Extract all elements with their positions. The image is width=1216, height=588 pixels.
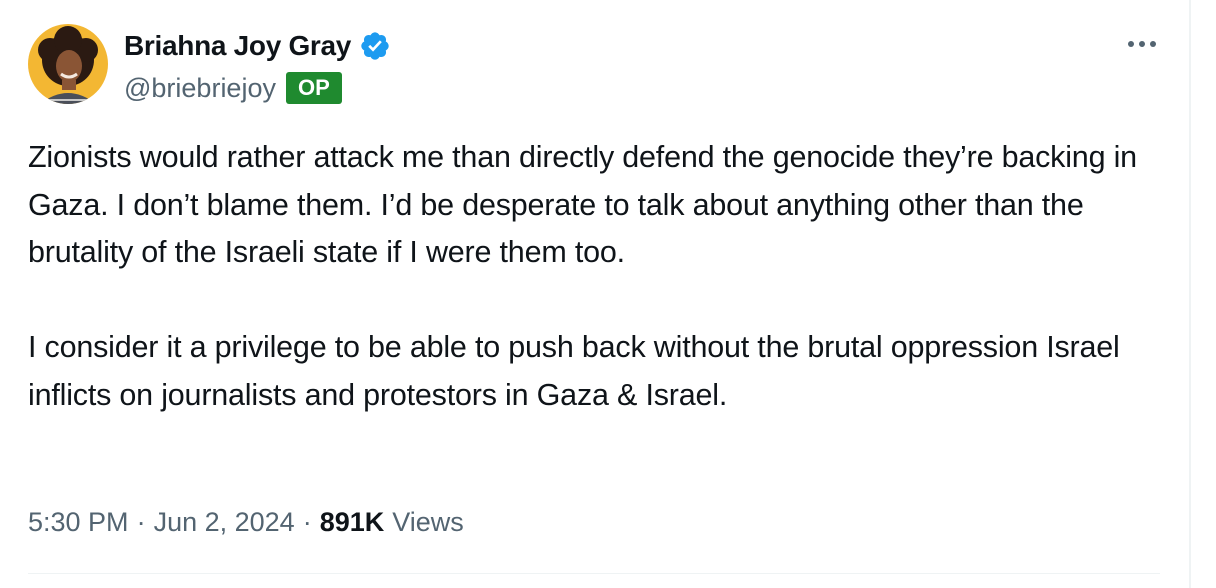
- tweet-meta: 5:30 PM · Jun 2, 2024 · 891K Views: [28, 500, 464, 544]
- more-horizontal-icon: [1128, 41, 1156, 47]
- more-options-button[interactable]: [1124, 28, 1160, 60]
- meta-separator: ·: [302, 506, 312, 537]
- avatar-image: [28, 24, 108, 104]
- display-name[interactable]: Briahna Joy Gray: [124, 30, 351, 62]
- tweet-detail: Briahna Joy Gray @briebriejoy OP Zionist…: [0, 0, 1216, 588]
- avatar[interactable]: [28, 24, 108, 104]
- verified-badge-icon[interactable]: [359, 30, 391, 62]
- author-name-row: Briahna Joy Gray: [124, 26, 391, 66]
- views-label: Views: [392, 506, 464, 537]
- divider: [28, 573, 1160, 574]
- tweet-time[interactable]: 5:30 PM: [28, 507, 129, 538]
- handle[interactable]: @briebriejoy: [124, 73, 276, 104]
- tweet-paragraph: I consider it a privilege to be able to …: [28, 330, 1120, 412]
- author-handle-row: @briebriejoy OP: [124, 68, 342, 108]
- views-count[interactable]: 891K: [320, 507, 385, 538]
- op-badge: OP: [285, 72, 342, 104]
- meta-separator: ·: [136, 506, 146, 537]
- tweet-text: Zionists would rather attack me than dir…: [28, 134, 1168, 419]
- column-border: [1189, 0, 1191, 588]
- tweet-date[interactable]: Jun 2, 2024: [154, 507, 295, 538]
- tweet-paragraph: Zionists would rather attack me than dir…: [28, 140, 1137, 269]
